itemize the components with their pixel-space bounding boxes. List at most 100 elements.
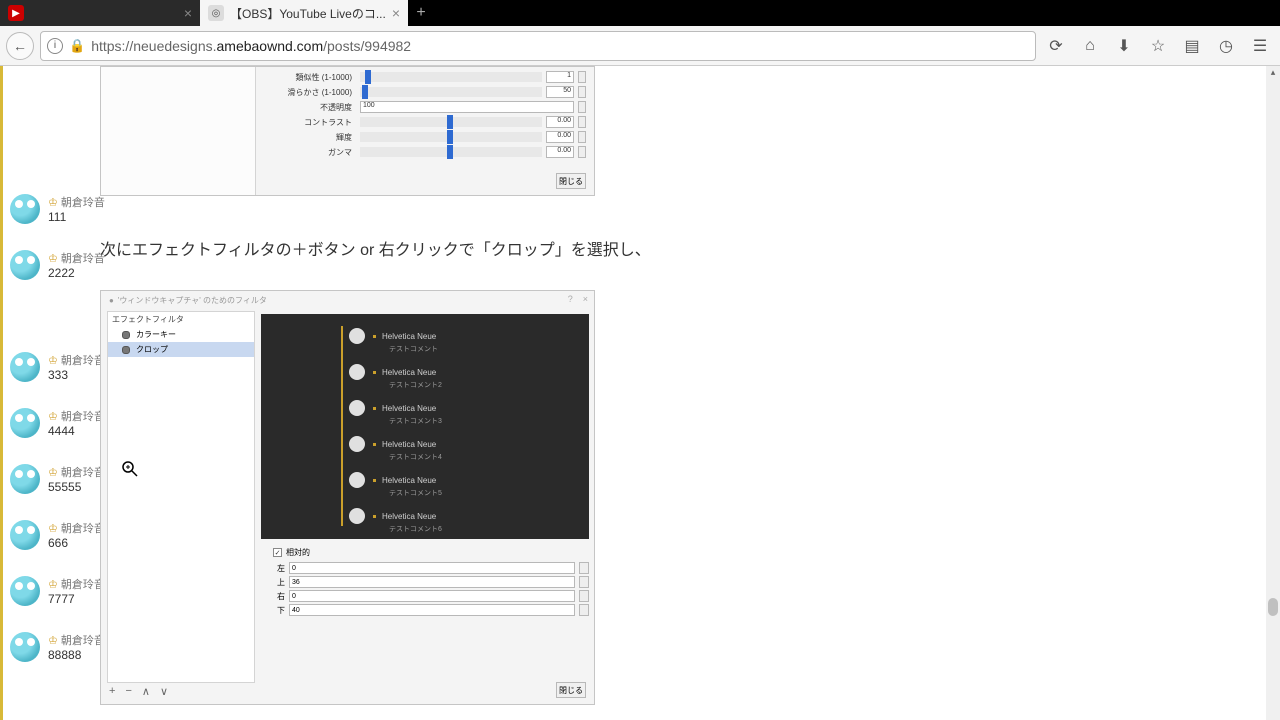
spinner-icon[interactable] bbox=[578, 86, 586, 98]
spinner-icon[interactable] bbox=[578, 131, 586, 143]
number-input[interactable]: 0.00 bbox=[546, 131, 574, 143]
scrollbar-thumb[interactable] bbox=[1268, 598, 1278, 616]
calendar-button[interactable]: ▤ bbox=[1178, 32, 1206, 60]
visibility-icon[interactable] bbox=[122, 331, 130, 339]
close-button[interactable]: 閉じる bbox=[556, 173, 586, 189]
number-input[interactable]: 50 bbox=[546, 86, 574, 98]
chat-text: 111 bbox=[48, 210, 105, 224]
preview-subrow: テストコメント4 bbox=[389, 452, 442, 462]
crop-field-input[interactable]: 40 bbox=[289, 604, 575, 616]
spinner-icon[interactable] bbox=[579, 590, 589, 602]
spinner-icon[interactable] bbox=[578, 71, 586, 83]
toolbar-button[interactable]: − bbox=[125, 685, 131, 698]
chat-author: ♔朝倉玲音 bbox=[48, 520, 105, 536]
relative-label: 相対的 bbox=[286, 547, 310, 558]
crown-icon: ♔ bbox=[48, 410, 58, 423]
vertical-scrollbar[interactable]: ▴ bbox=[1266, 66, 1280, 720]
left-accent bbox=[0, 66, 3, 720]
slider-row: コントラスト0.00 bbox=[261, 116, 586, 128]
toolbar-button[interactable]: + bbox=[109, 685, 115, 698]
crown-icon: ♔ bbox=[48, 252, 58, 265]
reload-button[interactable]: ⟳ bbox=[1042, 32, 1070, 60]
spinner-icon[interactable] bbox=[578, 101, 586, 113]
url-bar[interactable]: i 🔒 https://neuedesigns.amebaownd.com/po… bbox=[40, 31, 1036, 61]
preview-subrow: テストコメント6 bbox=[389, 524, 442, 534]
filter-item[interactable]: カラーキー bbox=[108, 327, 254, 342]
slider-label: 輝度 bbox=[261, 132, 356, 143]
scroll-up-icon[interactable]: ▴ bbox=[1268, 66, 1278, 78]
crop-field-input[interactable]: 0 bbox=[289, 562, 575, 574]
slider-thumb[interactable] bbox=[447, 130, 453, 144]
close-icon[interactable]: × bbox=[184, 5, 192, 21]
visibility-icon[interactable] bbox=[122, 346, 130, 354]
slider-track[interactable] bbox=[360, 132, 542, 142]
menu-button[interactable]: ☰ bbox=[1246, 32, 1274, 60]
history-button[interactable]: ◷ bbox=[1212, 32, 1240, 60]
crop-field-row: 左0 bbox=[273, 562, 589, 574]
preview-comment: テストコメント bbox=[389, 344, 438, 354]
chat-text: 333 bbox=[48, 368, 105, 382]
downloads-button[interactable]: ⬇ bbox=[1110, 32, 1138, 60]
preview-comment: テストコメント4 bbox=[389, 452, 442, 462]
crown-icon: ♔ bbox=[48, 578, 58, 591]
spinner-icon[interactable] bbox=[579, 562, 589, 574]
crown-icon: ♔ bbox=[48, 466, 58, 479]
spinner-icon[interactable] bbox=[578, 146, 586, 158]
avatar bbox=[349, 400, 365, 416]
crown-icon: ♔ bbox=[48, 196, 58, 209]
close-icon[interactable]: × bbox=[392, 5, 400, 21]
close-button[interactable]: 閉じる bbox=[556, 682, 586, 698]
chat-author: ♔朝倉玲音 bbox=[48, 352, 105, 368]
number-input[interactable]: 100 bbox=[360, 101, 574, 113]
filter-item[interactable]: クロップ bbox=[108, 342, 254, 357]
preview-name: Helvetica Neue bbox=[382, 512, 436, 521]
chat-author: ♔朝倉玲音 bbox=[48, 576, 105, 592]
crop-field-label: 下 bbox=[273, 605, 285, 616]
preview-comment: テストコメント2 bbox=[389, 380, 442, 390]
tab-youtube[interactable]: ▶ × bbox=[0, 0, 200, 26]
bookmark-button[interactable]: ☆ bbox=[1144, 32, 1172, 60]
home-button[interactable]: ⌂ bbox=[1076, 32, 1104, 60]
toolbar-button[interactable]: ∧ bbox=[142, 685, 150, 698]
titlebar-controls: ? × bbox=[568, 294, 588, 304]
crop-field-input[interactable]: 0 bbox=[289, 590, 575, 602]
slider-track[interactable] bbox=[360, 72, 542, 82]
slider-track[interactable] bbox=[360, 147, 542, 157]
crop-preview: Helvetica Neue テストコメント Helvetica Neue テストコメ… bbox=[261, 314, 589, 539]
article-paragraph: 次にエフェクトフィルタの＋ボタン or 右クリックで「クロップ」を選択し、 bbox=[100, 236, 1260, 260]
close-icon[interactable]: × bbox=[583, 294, 588, 304]
preview-row: Helvetica Neue bbox=[349, 400, 436, 416]
help-icon[interactable]: ? bbox=[568, 294, 573, 304]
number-input[interactable]: 0.00 bbox=[546, 146, 574, 158]
window-title: ●'ウィンドウキャプチャ' のためのフィルタ bbox=[109, 295, 267, 306]
crown-icon: ♔ bbox=[48, 522, 58, 535]
info-icon[interactable]: i bbox=[47, 38, 63, 54]
preview-name: Helvetica Neue bbox=[382, 440, 436, 449]
slider-thumb[interactable] bbox=[447, 115, 453, 129]
crop-field-row: 上36 bbox=[273, 576, 589, 588]
spinner-icon[interactable] bbox=[579, 604, 589, 616]
crop-field-input[interactable]: 36 bbox=[289, 576, 575, 588]
avatar bbox=[10, 250, 40, 280]
avatar bbox=[10, 194, 40, 224]
toolbar-button[interactable]: ∨ bbox=[160, 685, 168, 698]
spinner-icon[interactable] bbox=[579, 576, 589, 588]
chat-text: 666 bbox=[48, 536, 105, 550]
spinner-icon[interactable] bbox=[578, 116, 586, 128]
slider-label: 類似性 (1-1000) bbox=[261, 72, 356, 83]
number-input[interactable]: 0.00 bbox=[546, 116, 574, 128]
tab-article[interactable]: ◎ 【OBS】YouTube Liveのコ... × bbox=[200, 0, 408, 26]
slider-thumb[interactable] bbox=[365, 70, 371, 84]
back-button[interactable]: ← bbox=[6, 32, 34, 60]
chat-author: ♔朝倉玲音 bbox=[48, 250, 105, 266]
slider-thumb[interactable] bbox=[447, 145, 453, 159]
slider-row: 類似性 (1-1000) 1 bbox=[261, 71, 586, 83]
preview-subrow: テストコメント bbox=[389, 344, 438, 354]
number-input[interactable]: 1 bbox=[546, 71, 574, 83]
slider-thumb[interactable] bbox=[362, 85, 368, 99]
relative-checkbox[interactable]: ✓ bbox=[273, 548, 282, 557]
new-tab-button[interactable]: + bbox=[408, 0, 434, 26]
slider-track[interactable] bbox=[360, 117, 542, 127]
url-text: https://neuedesigns.amebaownd.com/posts/… bbox=[91, 38, 411, 54]
slider-track[interactable] bbox=[360, 87, 542, 97]
